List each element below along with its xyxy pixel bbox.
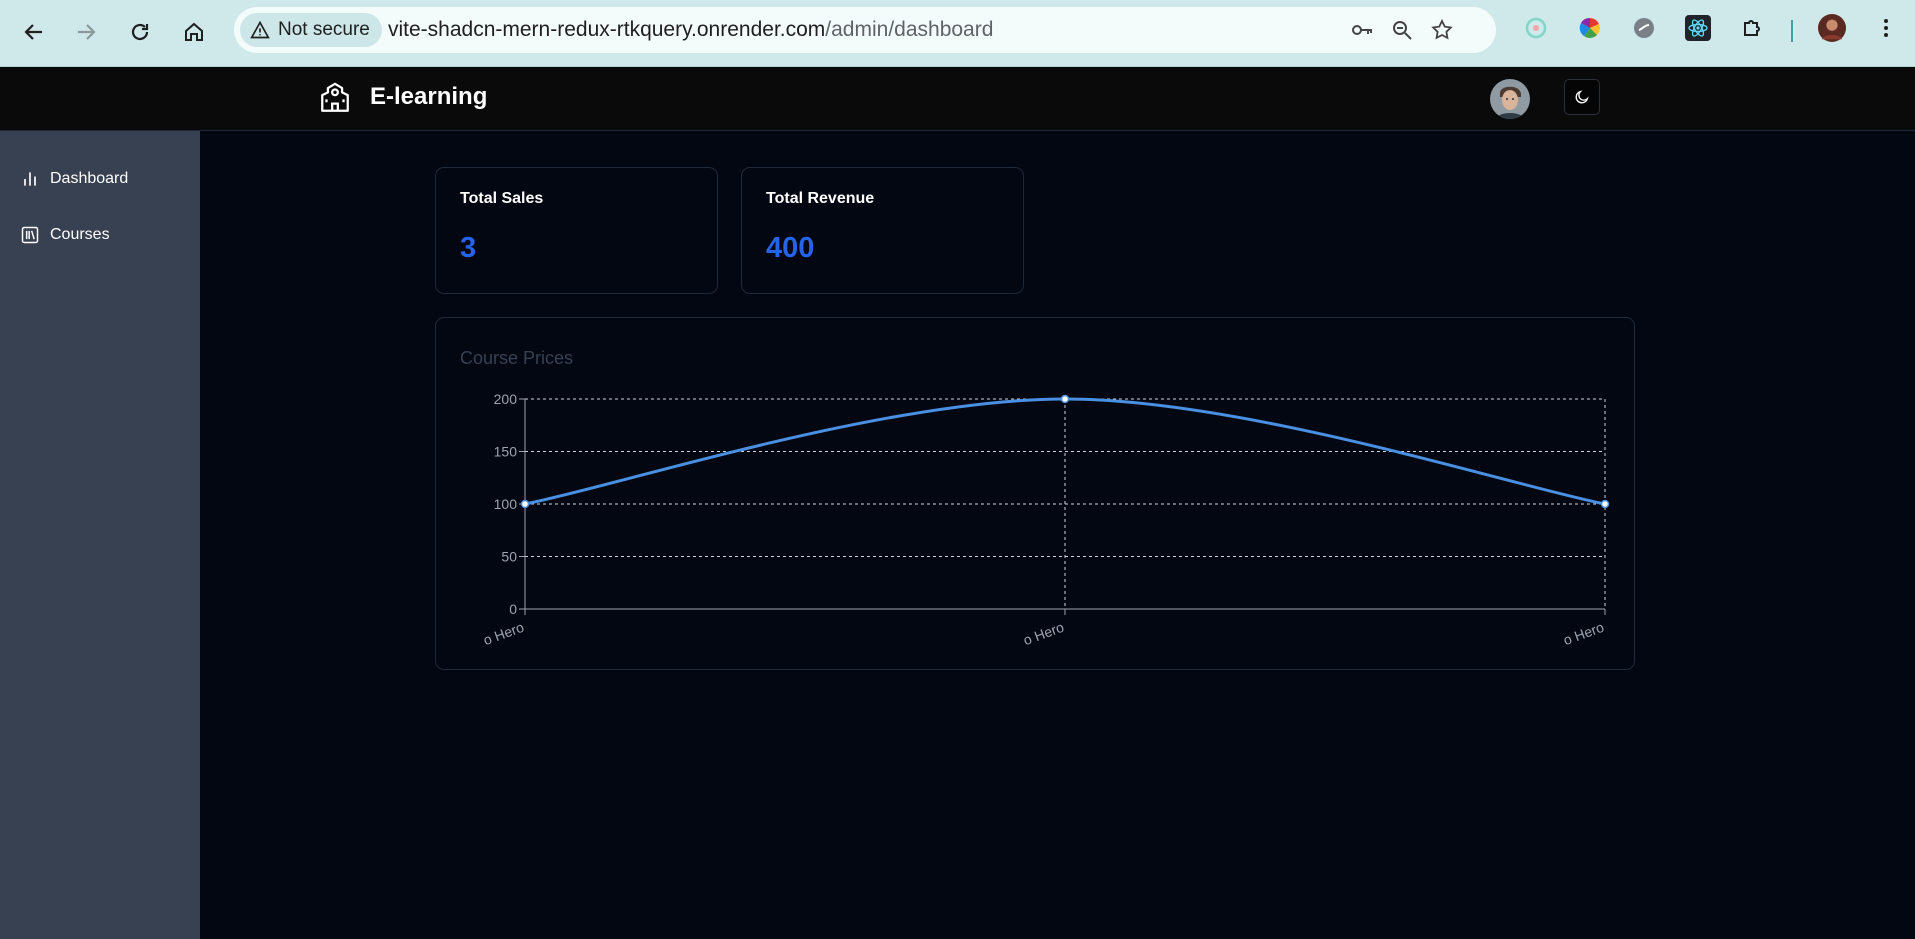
y-tick-label: 100 [494,496,518,512]
reload-icon [131,23,149,41]
browser-toolbar: Not secure vite-shadcn-mern-redux-rtkque… [0,0,1915,67]
bar-chart-icon [24,172,36,186]
warning-icon [250,20,270,39]
puzzle-icon[interactable] [1738,14,1766,42]
security-chip[interactable]: Not secure [240,13,382,47]
url-text[interactable]: vite-shadcn-mern-redux-rtkquery.onrender… [388,7,993,53]
sidebar-item-label: Courses [50,226,110,243]
grey-extension-icon[interactable] [1630,14,1658,42]
x-tick-label: o Hero [1021,619,1066,648]
stat-value: 3 [460,232,477,264]
course-prices-chart: 0 50 100 150 200 o Hero o Hero o Hero [481,391,1610,648]
user-avatar[interactable] [1490,79,1530,119]
school-icon[interactable] [318,81,352,115]
extension-palette-icon[interactable] [1522,14,1550,42]
react-devtools-icon[interactable] [1684,14,1712,42]
profile-avatar-icon[interactable] [1818,14,1846,42]
x-tick-label: o Hero [1561,619,1606,648]
y-tick-label: 50 [501,549,517,565]
back-button[interactable] [14,12,54,52]
data-point [520,499,530,509]
home-button[interactable] [174,12,214,52]
reload-button[interactable] [120,12,160,52]
stat-card-total-revenue: Total Revenue 400 [741,167,1024,294]
star-icon[interactable] [1430,18,1454,42]
moon-icon [1575,90,1589,104]
data-point [1060,394,1070,404]
x-tick-label: o Hero [481,619,526,648]
stat-title: Total Revenue [766,190,875,207]
forward-button[interactable] [66,12,106,52]
y-tick-label: 200 [494,391,518,407]
brand-title[interactable]: E-learning [370,83,487,111]
sidebar-item-label: Dashboard [50,170,129,187]
y-tick-label: 0 [509,601,517,617]
data-point [1600,499,1610,509]
sidebar-item-courses[interactable]: Courses [20,220,110,250]
security-label: Not secure [278,19,370,40]
toolbar-divider [1791,20,1793,42]
url-host: vite-shadcn-mern-redux-rtkquery.onrender… [388,18,826,41]
sidebar: Dashboard Courses [0,131,200,939]
sidebar-item-dashboard[interactable]: Dashboard [20,164,128,194]
stat-title: Total Sales [460,190,544,207]
theme-toggle-button[interactable] [1564,79,1600,115]
url-path: /admin/dashboard [825,18,994,41]
menu-icon[interactable] [1872,14,1900,42]
course-prices-card: Course Prices 0 50 100 150 200 o Hero o Hero o … [435,317,1635,670]
stat-value: 400 [766,232,815,264]
address-bar[interactable]: Not secure vite-shadcn-mern-redux-rtkque… [234,7,1496,53]
stat-card-total-sales: Total Sales 3 [435,167,718,294]
color-picker-icon[interactable] [1576,14,1604,42]
arrow-left-icon [24,24,42,40]
library-icon [21,226,39,244]
arrow-right-icon [78,24,96,40]
key-icon[interactable] [1350,18,1374,42]
app-header: E-learning [0,67,1915,131]
home-icon [185,22,203,41]
zoom-out-icon[interactable] [1390,18,1414,42]
y-tick-label: 150 [494,444,518,460]
